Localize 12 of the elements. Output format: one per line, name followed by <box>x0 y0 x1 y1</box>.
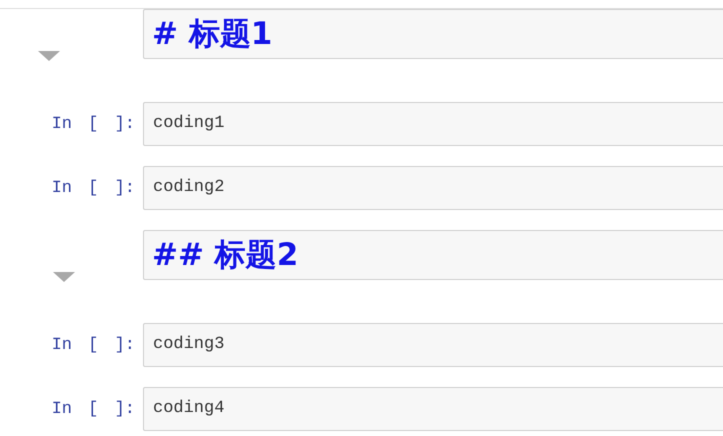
code-cell-input[interactable]: coding1 <box>143 102 723 146</box>
markdown-heading-cell[interactable]: # 标题1 <box>143 9 723 59</box>
collapse-triangle-icon[interactable] <box>38 51 60 61</box>
input-prompt: In [ ]: <box>50 178 136 198</box>
code-cell-input[interactable]: coding3 <box>143 323 723 367</box>
input-prompt: In [ ]: <box>50 336 136 354</box>
input-prompt: In [ ]: <box>50 400 136 418</box>
collapse-triangle-icon[interactable] <box>53 272 75 282</box>
code-cell-input[interactable]: coding4 <box>143 387 723 431</box>
code-cell-input[interactable]: coding2 <box>143 166 723 210</box>
markdown-heading-cell[interactable]: ## 标题2 <box>143 230 723 280</box>
input-prompt: In [ ]: <box>50 114 136 134</box>
